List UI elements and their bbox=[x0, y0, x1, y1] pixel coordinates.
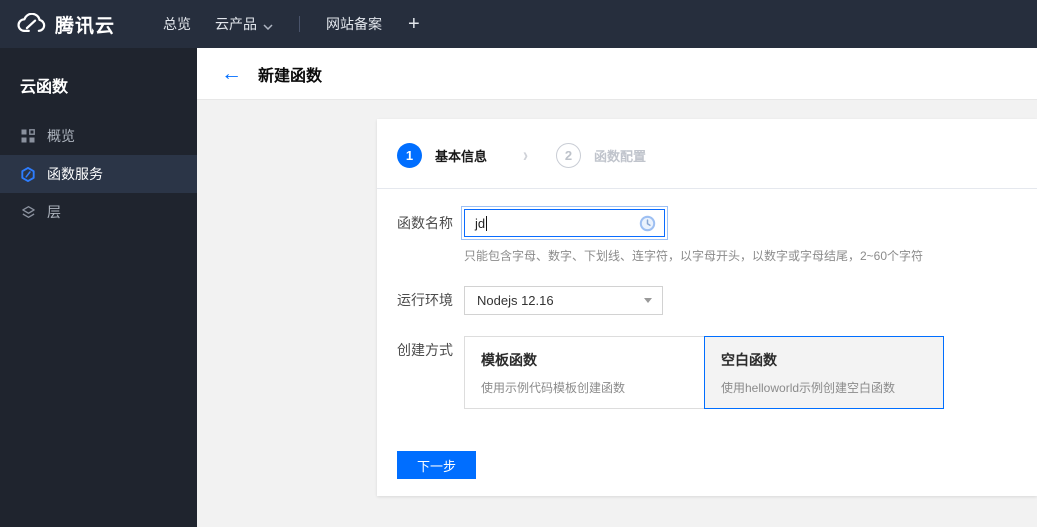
tencent-cloud-logo-icon bbox=[16, 13, 46, 35]
step-2-circle: 2 bbox=[556, 143, 582, 168]
sidebar: 云函数 概览 函数服务 层 bbox=[0, 48, 197, 527]
runtime-row: 运行环境 Nodejs 12.16 bbox=[397, 286, 1017, 315]
creation-method-row: 创建方式 模板函数 使用示例代码模板创建函数 空白函数 使用helloworld… bbox=[397, 336, 1017, 409]
sidebar-title: 云函数 bbox=[20, 79, 69, 96]
creation-method-options: 模板函数 使用示例代码模板创建函数 空白函数 使用helloworld示例创建空… bbox=[464, 336, 944, 409]
nav-item-overview[interactable]: 总览 bbox=[151, 0, 203, 48]
text-cursor bbox=[486, 215, 488, 231]
nav-item-label: 网站备案 bbox=[326, 16, 383, 32]
runtime-label: 运行环境 bbox=[397, 292, 453, 308]
brand-name: 腾讯云 bbox=[55, 15, 116, 37]
runtime-selected-value: Nodejs 12.16 bbox=[477, 293, 554, 308]
method-card-title: 空白函数 bbox=[721, 352, 777, 368]
clock-pending-icon bbox=[639, 215, 656, 232]
sidebar-item-layers[interactable]: 层 bbox=[0, 193, 197, 231]
page-title: 新建函数 bbox=[258, 67, 323, 85]
layers-icon bbox=[20, 204, 36, 220]
top-menu: 总览 云产品 网站备案 + bbox=[151, 0, 434, 48]
method-card-template-function[interactable]: 模板函数 使用示例代码模板创建函数 bbox=[464, 336, 704, 409]
runtime-select[interactable]: Nodejs 12.16 bbox=[464, 286, 663, 315]
sidebar-item-function-service[interactable]: 函数服务 bbox=[0, 155, 197, 193]
sidebar-item-overview[interactable]: 概览 bbox=[0, 117, 197, 155]
nav-item-cloud-products[interactable]: 云产品 bbox=[203, 0, 285, 48]
next-step-button[interactable]: 下一步 bbox=[397, 451, 476, 479]
step-1-circle: 1 bbox=[397, 143, 422, 168]
sidebar-item-label: 概览 bbox=[47, 128, 75, 144]
wizard-steps: 1 基本信息 › 2 函数配置 bbox=[377, 119, 1037, 189]
method-card-title: 模板函数 bbox=[481, 352, 537, 368]
sidebar-item-label: 层 bbox=[47, 204, 61, 220]
sidebar-item-label: 函数服务 bbox=[47, 166, 103, 182]
create-function-form: 函数名称 jd 只能包含字母、数字、下划线、连字符，以字母开头，以数字或字母结尾… bbox=[377, 189, 1037, 479]
function-name-help: 只能包含字母、数字、下划线、连字符，以字母开头，以数字或字母结尾，2~60个字符 bbox=[464, 249, 924, 263]
step-1-label: 基本信息 bbox=[435, 149, 488, 164]
scf-hexagon-icon bbox=[20, 166, 36, 182]
chevron-down-icon bbox=[263, 17, 273, 33]
select-caret-icon bbox=[644, 298, 652, 303]
nav-item-label: 云产品 bbox=[215, 16, 258, 32]
function-name-row: 函数名称 jd 只能包含字母、数字、下划线、连字符，以字母开头，以数字或字母结尾… bbox=[397, 206, 1017, 264]
content-area: 1 基本信息 › 2 函数配置 函数名称 jd 只能包含字母、数字、下划线、连字… bbox=[197, 100, 1037, 527]
function-name-value: jd bbox=[475, 215, 486, 231]
function-name-input[interactable]: jd bbox=[461, 206, 668, 240]
nav-divider bbox=[299, 16, 301, 32]
tencent-cloud-brand[interactable]: 腾讯云 bbox=[16, 11, 115, 38]
back-arrow-button[interactable]: ← bbox=[221, 63, 242, 84]
step-chevron-icon: › bbox=[523, 144, 529, 167]
method-card-blank-function[interactable]: 空白函数 使用helloworld示例创建空白函数 bbox=[704, 336, 944, 409]
add-tab-button[interactable]: + bbox=[394, 13, 434, 36]
method-card-desc: 使用示例代码模板创建函数 bbox=[481, 381, 626, 395]
top-navigation-bar: 腾讯云 总览 云产品 网站备案 + bbox=[0, 0, 1037, 48]
create-function-card: 1 基本信息 › 2 函数配置 函数名称 jd 只能包含字母、数字、下划线、连字… bbox=[377, 119, 1037, 496]
grid-icon bbox=[20, 128, 36, 144]
method-card-desc: 使用helloworld示例创建空白函数 bbox=[721, 381, 896, 395]
page-header: ← 新建函数 bbox=[197, 48, 1037, 100]
function-name-label: 函数名称 bbox=[397, 215, 453, 231]
nav-item-icp-filing[interactable]: 网站备案 bbox=[314, 0, 394, 48]
creation-method-label: 创建方式 bbox=[397, 342, 453, 358]
step-2-label: 函数配置 bbox=[594, 149, 647, 164]
nav-item-label: 总览 bbox=[163, 16, 192, 32]
